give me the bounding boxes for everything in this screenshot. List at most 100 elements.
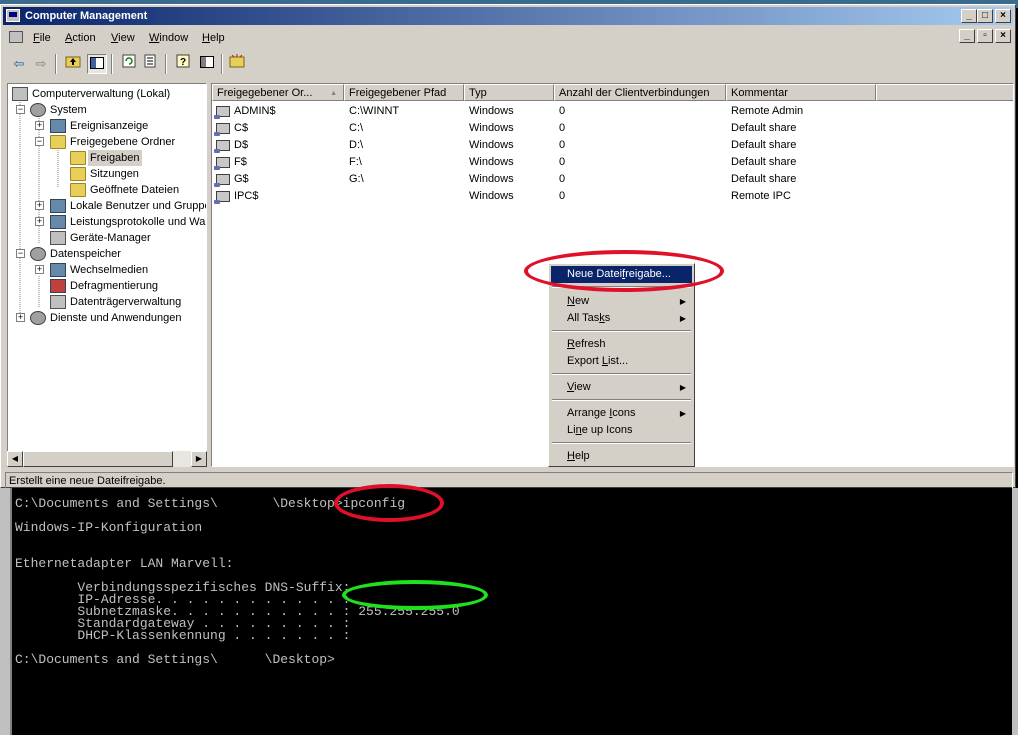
back-arrow-icon[interactable]: ⇦ [9,54,29,74]
new-share-icon[interactable] [227,54,247,74]
console-tree[interactable]: Computerverwaltung (Lokal) − System + Er… [7,83,207,467]
services-apps-icon [30,311,46,325]
annotation-red-ellipse-menu [524,250,724,292]
menu-item-help[interactable]: Help [551,448,692,465]
expand-toggle[interactable]: + [16,313,25,322]
tree-horizontal-scrollbar[interactable]: ◀ ▶ [7,451,207,467]
table-row[interactable]: ADMIN$ C:\WINNT Windows 0 Remote Admin [212,103,1012,120]
window-title: Computer Management [25,10,148,22]
svg-text:?: ? [180,57,186,68]
refresh-icon[interactable] [119,54,139,74]
menu-item-new[interactable]: New ▶ [551,293,692,310]
column-header-type[interactable]: Typ [464,84,554,101]
console-left-border [0,488,12,735]
console-right-border [1012,488,1018,735]
scroll-thumb[interactable] [23,451,173,467]
submenu-arrow-icon: ▶ [679,297,686,306]
toolbar-separator [111,54,113,74]
close-button[interactable]: × [995,9,1011,23]
toolbar: ⇦ ⇨ ? [3,51,1013,77]
table-row[interactable]: F$ F:\ Windows 0 Default share [212,154,1012,171]
menu-item-all-tasks[interactable]: All Tasks ▶ [551,310,692,327]
command-prompt-output[interactable]: C:\Documents and Settings\ \Desktop>ipco… [0,488,1018,735]
annotation-green-ellipse-ip [342,580,488,610]
shared-folder-icon [214,191,230,204]
shared-folder-icon [214,123,230,136]
collapse-toggle[interactable]: − [35,137,44,146]
table-row[interactable]: IPC$ Windows 0 Remote IPC [212,188,1012,205]
shared-folder-icon [214,140,230,153]
shared-folders-icon [50,135,66,149]
open-files-folder-icon [70,183,86,197]
help-icon[interactable]: ? [173,54,193,74]
toolbar-separator [55,54,57,74]
defrag-icon [50,279,66,293]
table-row[interactable]: G$ G:\ Windows 0 Default share [212,171,1012,188]
menu-item-view[interactable]: View ▶ [551,379,692,396]
console-line: DHCP-Klassenkennung . . . . . . . : [15,628,351,643]
expand-toggle[interactable]: + [35,201,44,210]
expand-toggle[interactable]: + [35,121,44,130]
submenu-arrow-icon: ▶ [679,383,686,392]
properties-icon[interactable] [197,54,217,74]
shared-folder-icon [214,157,230,170]
show-tree-icon[interactable] [87,54,107,74]
forward-arrow-icon[interactable]: ⇨ [31,54,51,74]
menu-item-refresh[interactable]: Refresh [551,336,692,353]
computer-management-icon [12,87,28,101]
removable-storage-icon [50,263,66,277]
console-line: C:\Documents and Settings\ \Desktop> [15,652,335,667]
performance-logs-icon [50,215,66,229]
menu-bar: File Action View Window Help _ ▫ × [3,27,1013,47]
shared-folder-icon [214,106,230,119]
menu-file[interactable]: File [33,32,51,44]
device-manager-icon [50,231,66,245]
collapse-toggle[interactable]: − [16,249,25,258]
column-header-comment[interactable]: Kommentar [726,84,876,101]
console-line: Windows-IP-Konfiguration [15,520,203,535]
table-row[interactable]: C$ C:\ Windows 0 Default share [212,120,1012,137]
menu-separator [552,399,691,401]
up-folder-icon[interactable] [63,54,83,74]
title-bar[interactable]: Computer Management _ □ × [3,7,1013,25]
menu-separator [552,330,691,332]
scroll-right-icon[interactable]: ▶ [191,451,207,467]
local-users-icon [50,199,66,213]
menu-action[interactable]: Action [65,32,96,44]
column-header-empty [876,84,1013,101]
console-line: Ethernetadapter LAN Marvell: [15,556,234,571]
menu-separator [552,373,691,375]
mdi-minimize-button[interactable]: _ [959,29,975,43]
menu-view[interactable]: View [111,32,135,44]
submenu-arrow-icon: ▶ [679,314,686,323]
menu-item-line-up-icons[interactable]: Line up Icons [551,422,692,439]
expand-toggle[interactable]: + [35,265,44,274]
mdi-window-icon[interactable] [9,31,23,43]
column-header-client-connections[interactable]: Anzahl der Clientverbindungen [554,84,726,101]
submenu-arrow-icon: ▶ [679,409,686,418]
maximize-button[interactable]: □ [977,9,993,23]
minimize-button[interactable]: _ [961,9,977,23]
shared-folder-icon [214,174,230,187]
mdi-close-button[interactable]: × [995,29,1011,43]
collapse-toggle[interactable]: − [16,105,25,114]
mdi-restore-button[interactable]: ▫ [977,29,993,43]
computer-management-app-icon[interactable] [6,9,20,22]
system-tools-icon [30,103,46,117]
table-row[interactable]: D$ D:\ Windows 0 Default share [212,137,1012,154]
menu-item-arrange-icons[interactable]: Arrange Icons ▶ [551,405,692,422]
computer-management-window: Computer Management _ □ × File Action Vi… [0,4,1016,490]
menu-help[interactable]: Help [202,32,225,44]
menu-item-export-list[interactable]: Export List... [551,353,692,370]
expand-toggle[interactable]: + [35,217,44,226]
context-menu: Neue Dateifreigabe... New ▶ All Tasks ▶ Re… [548,263,695,467]
column-header-share-name[interactable]: Freigegebener Or... ▲ [212,84,344,101]
disk-management-icon [50,295,66,309]
export-list-icon[interactable] [141,54,161,74]
toolbar-separator [165,54,167,74]
event-viewer-icon [50,119,66,133]
column-header-share-path[interactable]: Freigegebener Pfad [344,84,464,101]
sessions-folder-icon [70,167,86,181]
scroll-left-icon[interactable]: ◀ [7,451,23,467]
menu-window[interactable]: Window [149,32,188,44]
